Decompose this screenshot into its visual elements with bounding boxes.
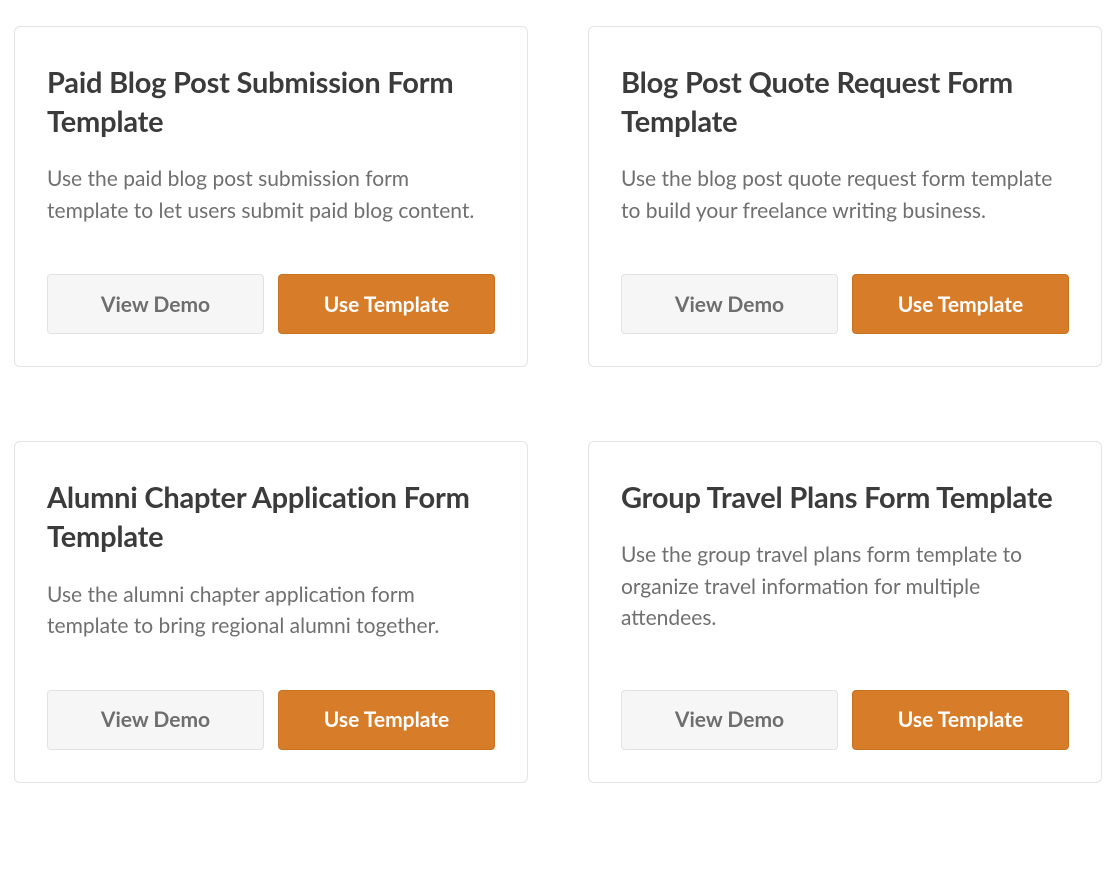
template-card-title: Alumni Chapter Application Form Template — [47, 478, 495, 556]
template-card: Paid Blog Post Submission Form Template … — [14, 26, 528, 367]
template-card: Blog Post Quote Request Form Template Us… — [588, 26, 1102, 367]
view-demo-button[interactable]: View Demo — [47, 274, 264, 334]
template-card-description: Use the alumni chapter application form … — [47, 579, 495, 642]
use-template-button[interactable]: Use Template — [852, 274, 1069, 334]
template-card-description: Use the paid blog post submission form t… — [47, 163, 495, 226]
use-template-button[interactable]: Use Template — [278, 690, 495, 750]
use-template-button[interactable]: Use Template — [278, 274, 495, 334]
template-card-grid: Paid Blog Post Submission Form Template … — [14, 26, 1102, 783]
template-card-actions: View Demo Use Template — [47, 274, 495, 334]
template-card: Group Travel Plans Form Template Use the… — [588, 441, 1102, 782]
template-card-title: Paid Blog Post Submission Form Template — [47, 63, 495, 141]
template-card-title: Blog Post Quote Request Form Template — [621, 63, 1069, 141]
template-card-description: Use the blog post quote request form tem… — [621, 163, 1069, 226]
template-card-actions: View Demo Use Template — [47, 690, 495, 750]
template-card-title: Group Travel Plans Form Template — [621, 478, 1069, 517]
view-demo-button[interactable]: View Demo — [621, 274, 838, 334]
template-card-actions: View Demo Use Template — [621, 690, 1069, 750]
use-template-button[interactable]: Use Template — [852, 690, 1069, 750]
template-card: Alumni Chapter Application Form Template… — [14, 441, 528, 782]
template-card-description: Use the group travel plans form template… — [621, 539, 1069, 641]
template-card-actions: View Demo Use Template — [621, 274, 1069, 334]
view-demo-button[interactable]: View Demo — [621, 690, 838, 750]
view-demo-button[interactable]: View Demo — [47, 690, 264, 750]
